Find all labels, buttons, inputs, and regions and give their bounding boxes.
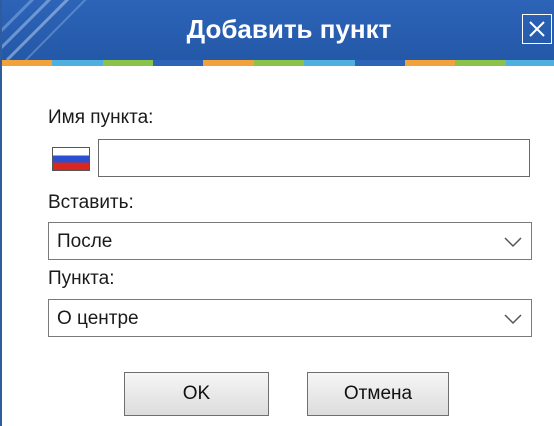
title-bar[interactable]: Добавить пункт: [2, 0, 554, 60]
item-select[interactable]: О центре: [48, 299, 532, 337]
stripe-segment: [253, 60, 305, 66]
insert-label: Вставить:: [48, 192, 134, 213]
stripe-segment: [505, 60, 554, 66]
stripe-segment: [2, 60, 53, 66]
close-icon: [529, 21, 545, 37]
russia-flag-icon[interactable]: [52, 147, 90, 171]
insert-position-value: После: [57, 231, 113, 252]
item-name-label: Имя пункта:: [48, 107, 154, 128]
chevron-down-icon: [504, 314, 522, 325]
stripe-segment: [404, 60, 456, 66]
item-name-input[interactable]: [98, 139, 530, 177]
stripe-segment: [354, 60, 405, 66]
item-select-value: О центре: [57, 308, 139, 329]
title-stripe: [2, 60, 554, 66]
close-button[interactable]: [522, 14, 552, 44]
dialog-title: Добавить пункт: [186, 14, 392, 44]
item-label: Пункта:: [48, 268, 115, 289]
stripe-segment: [304, 60, 355, 66]
cancel-button[interactable]: Отмена: [307, 372, 449, 416]
stripe-segment: [102, 60, 154, 66]
chevron-down-icon: [504, 237, 522, 248]
stripe-segment: [52, 60, 103, 66]
stripe-segment: [153, 60, 204, 66]
insert-position-select[interactable]: После: [48, 222, 532, 260]
stripe-segment: [455, 60, 506, 66]
add-item-dialog: Добавить пункт Имя пункта: Вставить: Пос…: [0, 0, 554, 426]
ok-button[interactable]: OK: [124, 372, 269, 416]
stripe-segment: [203, 60, 254, 66]
